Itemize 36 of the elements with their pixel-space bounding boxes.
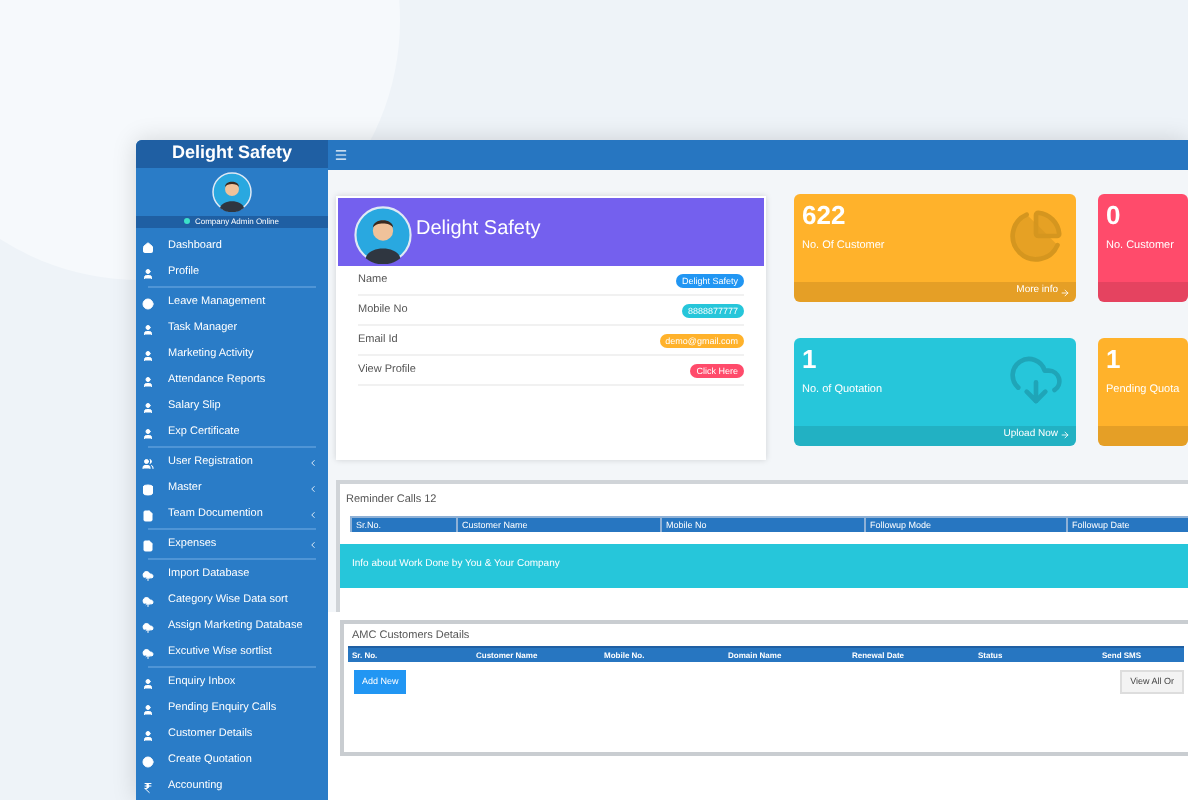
stat-value: 0 xyxy=(1106,200,1123,232)
chevron-icon xyxy=(308,458,318,468)
user-icon xyxy=(142,703,154,715)
arrow-right-icon xyxy=(1060,430,1070,440)
user-icon xyxy=(142,401,154,413)
database-icon xyxy=(142,483,154,495)
cloud-upload-icon xyxy=(142,569,154,581)
chevron-icon xyxy=(308,510,318,520)
user-icon xyxy=(142,677,154,689)
user-icon xyxy=(142,267,154,279)
user-icon xyxy=(142,729,154,741)
rupee-icon xyxy=(142,781,154,793)
home-icon xyxy=(142,241,154,253)
profile-title: Delight Safety xyxy=(416,216,541,244)
sidebar-title: Delight Safety xyxy=(136,140,328,167)
chevron-icon xyxy=(308,484,318,494)
stat-value: 1 xyxy=(1106,343,1123,375)
cloud-upload-icon xyxy=(142,595,154,607)
cloud-download-icon xyxy=(1008,351,1064,407)
chevron-icon xyxy=(308,540,318,550)
file-icon xyxy=(142,539,154,551)
pie-chart-icon xyxy=(1008,208,1064,264)
stat-value: 1 xyxy=(802,343,819,375)
profile-avatar-icon xyxy=(354,206,412,264)
avatar-icon xyxy=(212,171,252,211)
menu-icon[interactable] xyxy=(334,148,348,162)
file-icon xyxy=(142,509,154,521)
stat-value: 622 xyxy=(802,200,848,232)
cloud-upload-icon xyxy=(142,621,154,633)
arrow-right-icon xyxy=(1060,287,1070,297)
users-icon xyxy=(142,457,154,469)
cloud-upload-icon xyxy=(142,647,154,659)
user-icon xyxy=(142,323,154,335)
user-icon xyxy=(142,427,154,439)
user-icon xyxy=(142,349,154,361)
user-icon xyxy=(142,375,154,387)
